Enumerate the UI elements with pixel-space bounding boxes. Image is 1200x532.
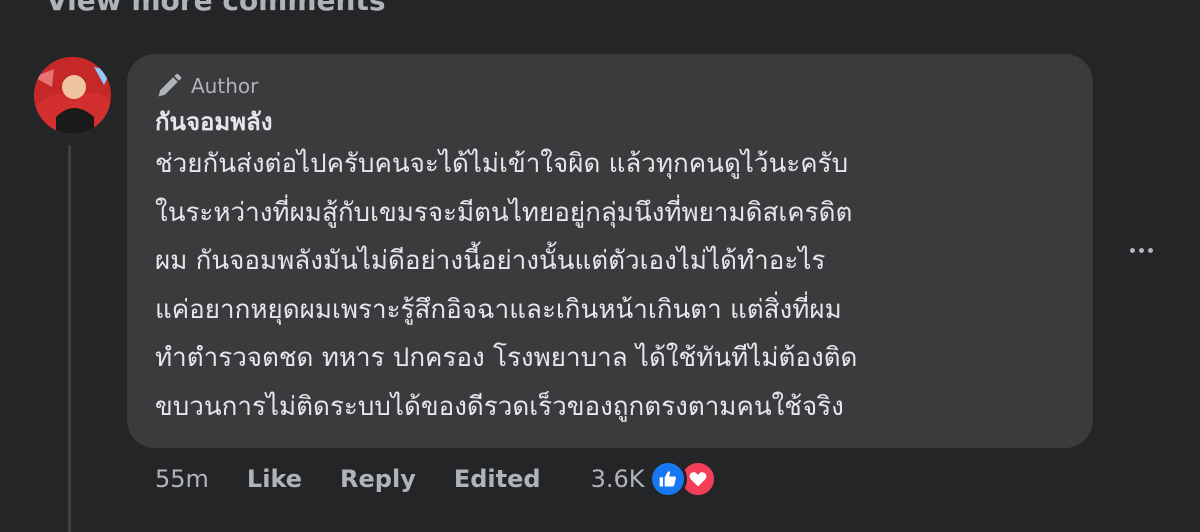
more-options-icon <box>1129 247 1135 253</box>
avatar[interactable] <box>34 57 111 134</box>
pencil-icon <box>158 73 182 97</box>
more-options-button[interactable] <box>1121 238 1161 262</box>
comment-text-line: ในระหว่างที่ผมสู้กับเขมรจะมีตนไทยอยู่กลุ… <box>155 197 853 228</box>
comment-timestamp[interactable]: 55m <box>155 465 209 493</box>
comment-text-line: ขบวนการไม่ติดระบบได้ของดีรวดเร็วของถูกตร… <box>155 391 844 422</box>
comment-actions: 55m Like Reply Edited 3.6K <box>155 460 717 498</box>
reaction-icons[interactable] <box>648 460 717 498</box>
comment-text-line: ทำตำรวจตชด ทหาร ปกครอง โรงพยาบาล ได้ใช้ท… <box>155 343 858 374</box>
author-badge: Author <box>155 70 1067 102</box>
comment-text-line: แค่อยากหยุดผมเพราะรู้สึกอิจฉาและเกินหน้า… <box>155 294 842 325</box>
reply-button[interactable]: Reply <box>340 465 416 493</box>
edited-label[interactable]: Edited <box>454 465 541 493</box>
like-reaction-icon <box>648 460 687 498</box>
comment-text: ช่วยกันส่งต่อไปครับคนจะได้ไม่เข้าใจผิด แ… <box>155 140 1067 432</box>
like-button[interactable]: Like <box>247 465 302 493</box>
more-options-icon <box>1138 247 1144 253</box>
view-more-comments-link[interactable]: View more comments <box>46 0 386 17</box>
thread-line <box>68 145 71 532</box>
author-badge-label: Author <box>191 74 259 98</box>
comment-text-line: ช่วยกันส่งต่อไปครับคนจะได้ไม่เข้าใจผิด แ… <box>155 149 849 179</box>
comment-bubble: Author กันจอมพลัง ช่วยกันส่งต่อไปครับคนจ… <box>127 54 1093 448</box>
comment-thread: View more comments Author กันจอมพลัง ช่ว… <box>0 0 1200 532</box>
comment-author-name[interactable]: กันจอมพลัง <box>155 104 1067 140</box>
comment-text-line: ผม กันจอมพลังมันไม่ดีอย่างนี้อย่างนั้นแต… <box>155 246 826 277</box>
reaction-count[interactable]: 3.6K <box>591 465 645 493</box>
more-options-icon <box>1147 247 1153 253</box>
